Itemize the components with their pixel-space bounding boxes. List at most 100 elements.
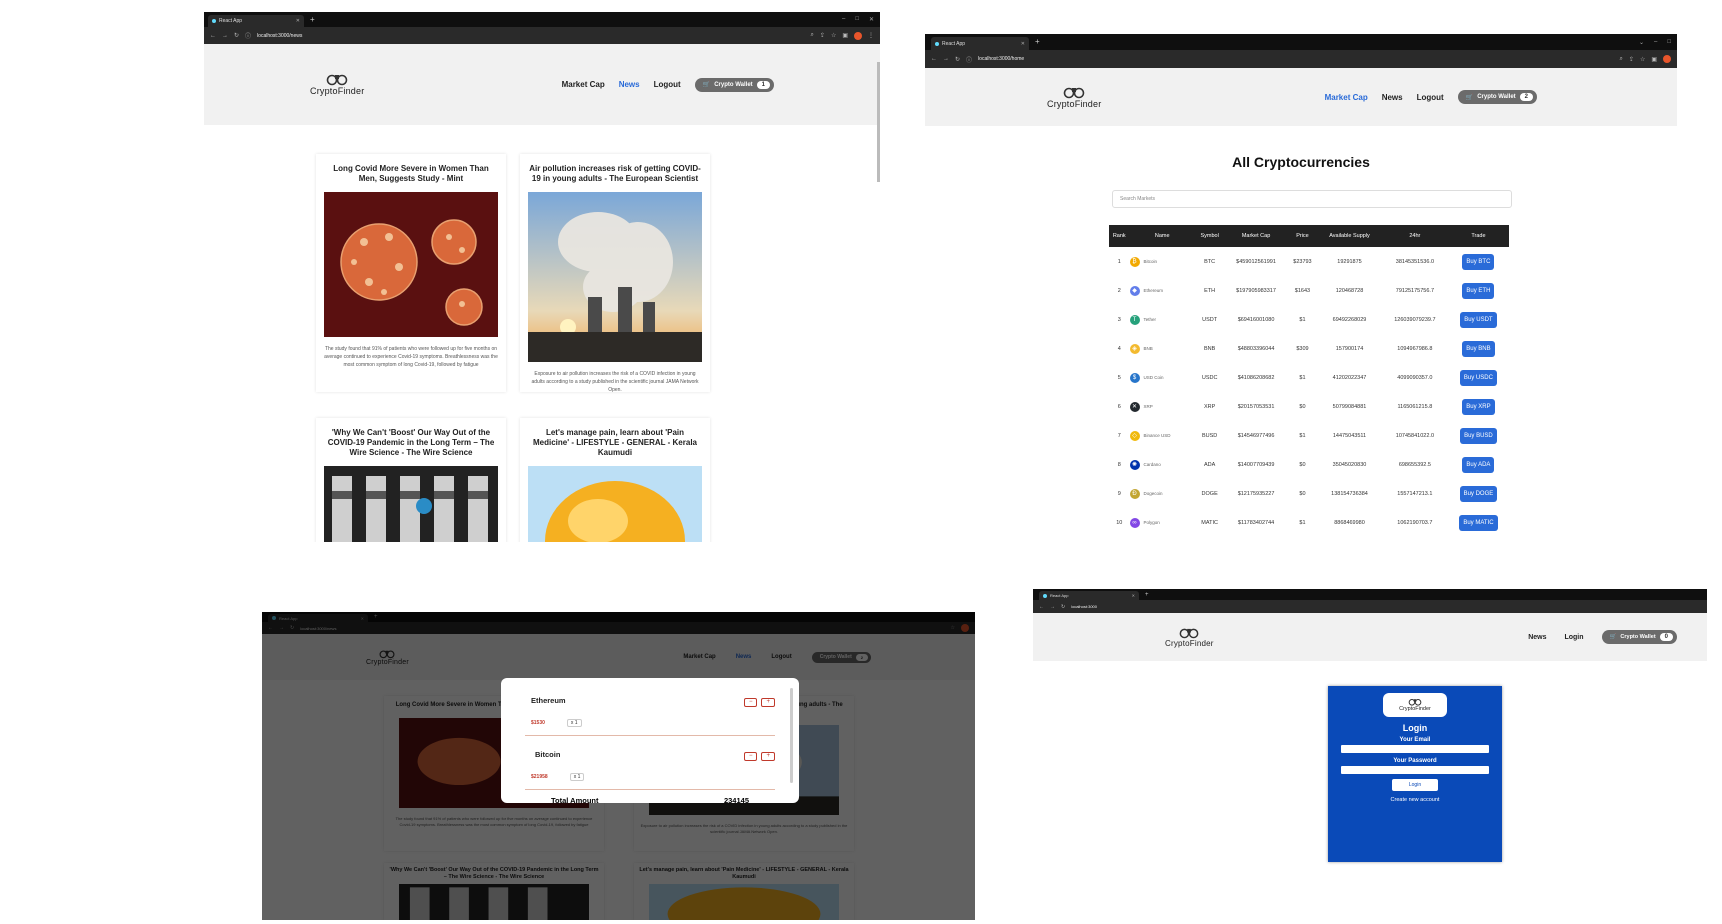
news-card[interactable]: Long Covid More Severe in Women Than Men… (316, 154, 506, 392)
decrease-qty-button[interactable]: − (743, 752, 758, 761)
price-cell: $0 (1299, 403, 1306, 410)
url-field[interactable]: localhost:3000/home (978, 56, 1024, 62)
forward-icon[interactable]: → (222, 33, 228, 39)
buy-button[interactable]: Buy ADA (1462, 456, 1495, 473)
forward-icon[interactable]: → (1050, 604, 1055, 610)
increase-qty-button[interactable]: + (761, 752, 775, 761)
extensions-icon[interactable]: ▣ (1651, 56, 1657, 63)
symbol-cell: ADA (1203, 461, 1216, 468)
share-icon[interactable]: ⇪ (820, 32, 825, 39)
close-tab-icon[interactable]: ✕ (296, 18, 300, 24)
nav-logout[interactable]: Logout (1417, 93, 1444, 102)
news-card[interactable]: 'Why We Can't 'Boost' Our Way Out of the… (316, 418, 506, 542)
nav-market-cap[interactable]: Market Cap (1325, 93, 1368, 102)
news-card[interactable]: Let's manage pain, learn about 'Pain Med… (520, 418, 710, 542)
email-field[interactable] (1341, 745, 1489, 753)
rank-cell: 6 (1117, 403, 1121, 410)
buy-button[interactable]: Buy DOGE (1459, 485, 1498, 502)
close-tab-icon[interactable]: ✕ (1132, 593, 1135, 598)
chevron-down-icon[interactable]: ⌄ (1639, 39, 1644, 46)
nav-news[interactable]: News (1528, 634, 1546, 641)
close-tab-icon[interactable]: ✕ (1021, 41, 1025, 47)
site-navbar: CryptoFinder News Login 🛒 Crypto Wallet 0 (1033, 613, 1707, 661)
table-row: 7 ◇ Binance USD BUSD $14546977496 $1 144750435… (1109, 421, 1509, 450)
buy-button[interactable]: Buy BNB (1462, 340, 1495, 357)
share-icon[interactable]: ⇪ (1629, 56, 1634, 63)
menu-icon[interactable]: ⋮ (868, 32, 874, 39)
browser-tab[interactable]: React App ✕ (1039, 591, 1139, 600)
table-row: 1 ₿ Bitcoin BTC $459012561991 $23793 19291875 3… (1109, 247, 1509, 276)
news-title[interactable]: Long Covid More Severe in Women Than Men… (324, 164, 498, 184)
nav-login[interactable]: Login (1564, 634, 1583, 641)
profile-avatar[interactable] (1663, 55, 1671, 63)
new-tab-icon[interactable]: + (310, 15, 315, 24)
news-title[interactable]: Air pollution increases risk of getting … (528, 164, 702, 184)
news-title[interactable]: 'Why We Can't 'Boost' Our Way Out of the… (324, 428, 498, 458)
new-tab-icon[interactable]: + (1145, 592, 1149, 598)
site-logo[interactable]: CryptoFinder (310, 73, 364, 96)
crypto-wallet-button[interactable]: 🛒 Crypto Wallet 2 (1457, 90, 1537, 104)
symbol-cell: USDC (1201, 374, 1218, 381)
buy-button[interactable]: Buy XRP (1462, 398, 1495, 415)
volume-cell: 10745841022.0 (1395, 432, 1434, 439)
new-tab-icon[interactable]: + (1035, 38, 1040, 46)
buy-button[interactable]: Buy USDC (1459, 369, 1497, 386)
star-icon[interactable]: ☆ (1640, 56, 1645, 63)
minimize-icon[interactable]: – (1654, 39, 1657, 46)
news-title[interactable]: Let's manage pain, learn about 'Pain Med… (528, 428, 702, 458)
zoom-icon[interactable]: ⌕ (811, 32, 814, 39)
page-title: All Cryptocurrencies (1232, 154, 1370, 170)
browser-tab[interactable]: React App ✕ (931, 37, 1029, 50)
search-input[interactable]: Search Markets (1112, 190, 1512, 208)
address-bar: ← → ↻ ⓘ localhost:3000/news ⌕ ⇪ ☆ ▣ ⋮ (204, 27, 880, 44)
browser-tab-strip: React App ✕ + (1033, 589, 1707, 600)
crypto-wallet-button[interactable]: 🛒 Crypto Wallet 1 (694, 77, 774, 92)
url-field[interactable]: localhost:3000 (1071, 604, 1097, 609)
login-button[interactable]: Login (1392, 779, 1438, 791)
vertical-scrollbar[interactable] (877, 62, 880, 182)
forward-icon[interactable]: → (943, 56, 949, 62)
decrease-qty-button[interactable]: − (743, 698, 758, 707)
maximize-icon[interactable]: □ (1667, 39, 1671, 46)
cart-item-qty: x 1 (569, 773, 585, 781)
buy-button[interactable]: Buy USDT (1460, 311, 1497, 328)
increase-qty-button[interactable]: + (761, 698, 775, 707)
modal-scrollbar[interactable] (790, 688, 793, 783)
nav-news[interactable]: News (1382, 93, 1403, 102)
supply-cell: 138154736384 (1331, 490, 1368, 497)
browser-tab[interactable]: React App ✕ (208, 15, 304, 27)
site-logo[interactable]: CryptoFinder (1047, 86, 1101, 109)
coin-name: Ethereum (1143, 287, 1164, 293)
nav-logout[interactable]: Logout (654, 80, 681, 89)
buy-button[interactable]: Buy BUSD (1460, 427, 1497, 444)
reload-icon[interactable]: ↻ (234, 32, 239, 39)
close-window-icon[interactable]: ✕ (869, 16, 874, 23)
reload-icon[interactable]: ↻ (1061, 604, 1065, 610)
minimize-icon[interactable]: – (842, 16, 845, 23)
url-field[interactable]: localhost:3000/news (257, 33, 302, 39)
profile-avatar[interactable] (854, 31, 862, 40)
back-icon[interactable]: ← (1039, 604, 1044, 610)
nav-news[interactable]: News (619, 80, 640, 89)
volume-cell: 4099090357.0 (1397, 374, 1433, 381)
buy-button[interactable]: Buy BTC (1462, 253, 1495, 270)
maximize-icon[interactable]: □ (855, 16, 859, 23)
reload-icon[interactable]: ↻ (955, 56, 960, 63)
buy-button[interactable]: Buy ETH (1462, 282, 1495, 299)
nav-market-cap[interactable]: Market Cap (562, 80, 605, 89)
create-account-link[interactable]: Create new account (1328, 797, 1502, 803)
name-cell: ◇ Binance USD (1129, 421, 1196, 450)
buy-button[interactable]: Buy MATIC (1459, 514, 1498, 531)
star-icon[interactable]: ☆ (831, 32, 836, 39)
trade-cell: Buy ADA (1448, 450, 1509, 479)
crypto-wallet-button[interactable]: 🛒 Crypto Wallet 0 (1601, 630, 1677, 644)
back-icon[interactable]: ← (210, 33, 216, 39)
back-icon[interactable]: ← (931, 56, 937, 62)
zoom-icon[interactable]: ⌕ (1620, 56, 1623, 63)
volume-cell: 1557147213.1 (1397, 490, 1433, 497)
password-field[interactable] (1341, 766, 1489, 774)
extensions-icon[interactable]: ▣ (842, 32, 848, 39)
news-card[interactable]: Air pollution increases risk of getting … (520, 154, 710, 393)
site-logo[interactable]: CryptoFinder (1165, 627, 1214, 648)
table-header-cell: Symbol (1195, 225, 1225, 247)
